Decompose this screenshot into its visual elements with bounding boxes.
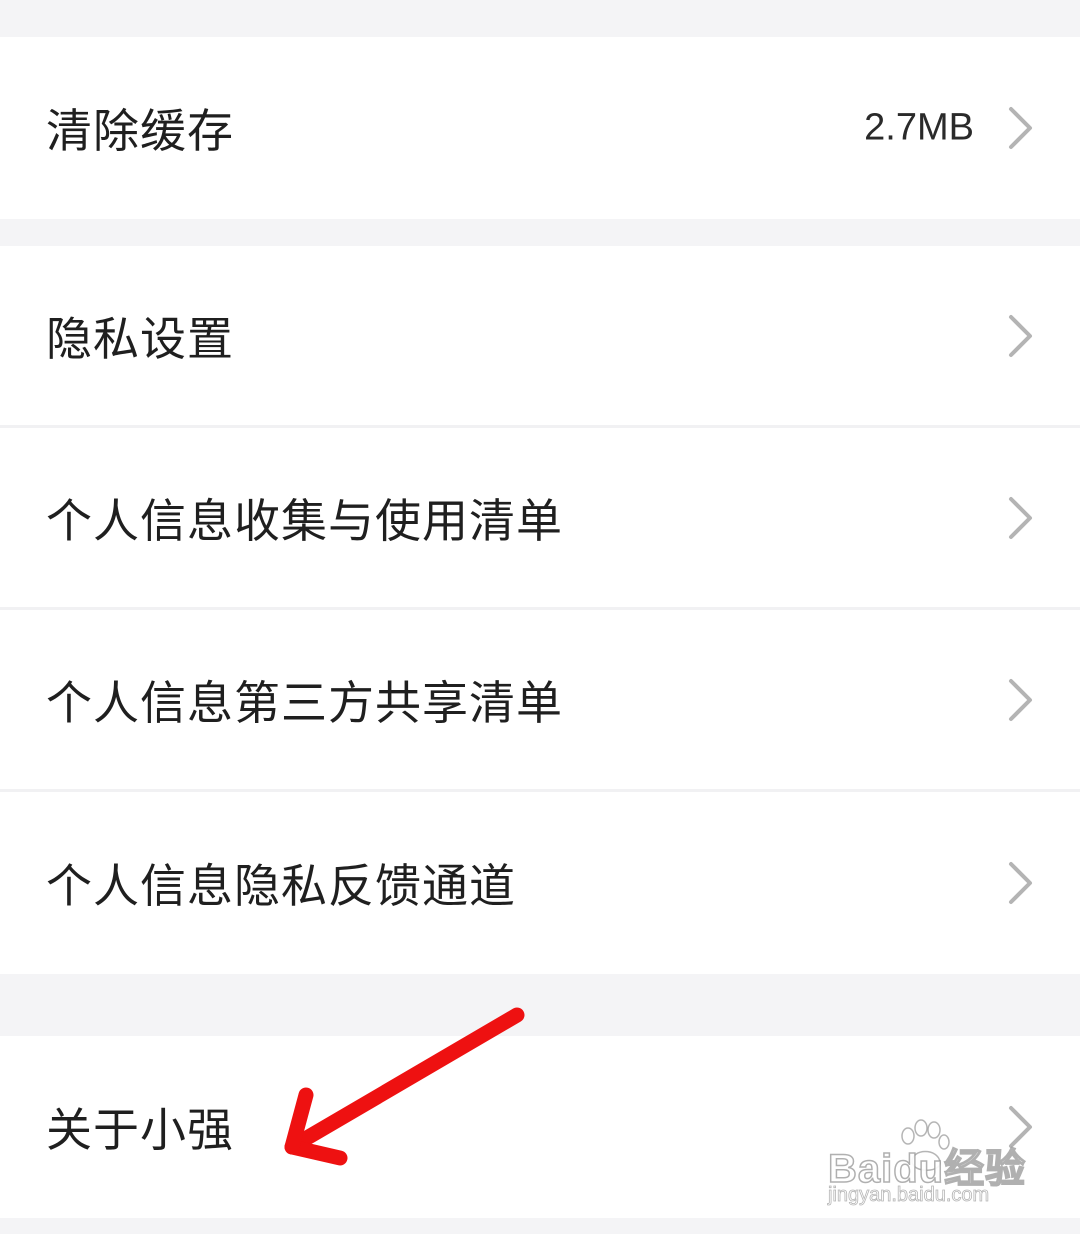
- personal-info-collection-list-item[interactable]: 个人信息收集与使用清单: [0, 428, 1080, 610]
- privacy-settings-label: 隐私设置: [46, 311, 234, 366]
- chevron-right-icon: [1008, 678, 1034, 722]
- chevron-right-icon: [1008, 496, 1034, 540]
- privacy-settings-group: 隐私设置 个人信息收集与使用清单 个人信息第三方共享清单 个人信息隐私反馈通道: [0, 246, 1080, 974]
- privacy-feedback-channel-label: 个人信息隐私反馈通道: [46, 859, 516, 913]
- third-party-sharing-list-label: 个人信息第三方共享清单: [46, 675, 563, 730]
- third-party-sharing-list-item[interactable]: 个人信息第三方共享清单: [0, 610, 1080, 792]
- privacy-feedback-channel-item[interactable]: 个人信息隐私反馈通道: [0, 792, 1080, 974]
- cache-size-value: 2.7MB: [864, 106, 974, 149]
- about-item[interactable]: 关于小强: [0, 1036, 1080, 1218]
- clear-cache-item[interactable]: 清除缓存 2.7MB: [0, 37, 1080, 219]
- cache-settings-group: 清除缓存 2.7MB: [0, 37, 1080, 219]
- chevron-right-icon: [1008, 861, 1034, 905]
- personal-info-collection-list-label: 个人信息收集与使用清单: [46, 493, 563, 548]
- privacy-settings-item[interactable]: 隐私设置: [0, 246, 1080, 428]
- about-group: 关于小强: [0, 1036, 1080, 1218]
- chevron-right-icon: [1008, 314, 1034, 358]
- chevron-right-icon: [1008, 1105, 1034, 1149]
- about-label: 关于小强: [46, 1103, 234, 1157]
- settings-page: 清除缓存 2.7MB 隐私设置 个人信息收集与使用清单 个人信息第三方共享清单: [0, 0, 1080, 1234]
- clear-cache-label: 清除缓存: [46, 104, 234, 158]
- chevron-right-icon: [1008, 106, 1034, 150]
